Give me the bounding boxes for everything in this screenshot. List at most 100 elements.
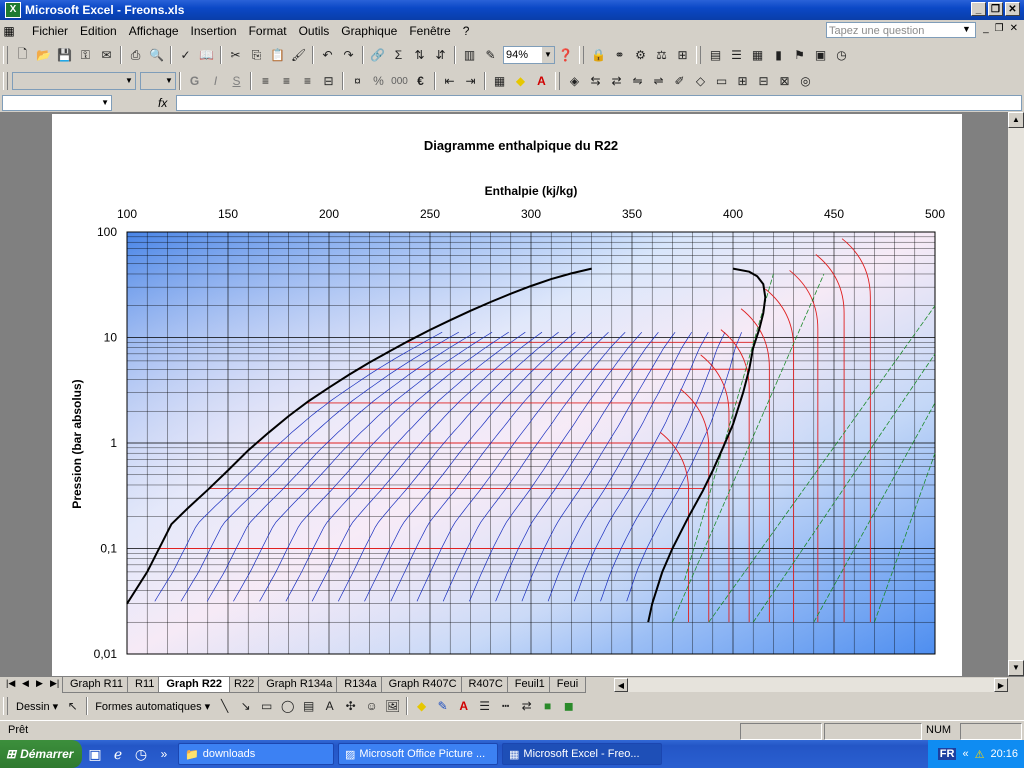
clock-icon[interactable]: ◷ <box>831 45 852 65</box>
sheet-tab[interactable]: Graph R134a <box>258 677 341 693</box>
research-icon[interactable]: 📖 <box>196 45 217 65</box>
share-icon[interactable]: ⚭ <box>609 45 630 65</box>
merge-icon[interactable]: ⊞ <box>672 45 693 65</box>
doc-close-button[interactable]: ✕ <box>1010 23 1018 34</box>
tb2-icon-3[interactable]: ⇋ <box>627 71 648 91</box>
scroll-up-icon[interactable]: ▲ <box>1008 112 1024 128</box>
zoom-select[interactable]: 94% ▼ <box>503 46 555 64</box>
merge-center-icon[interactable]: ⊟ <box>318 71 339 91</box>
next-sheet-icon[interactable]: ▶ <box>36 678 43 689</box>
doc-restore-button[interactable]: ❐ <box>995 23 1004 34</box>
tb2-icon-1[interactable]: ⇆ <box>585 71 606 91</box>
undo-icon[interactable]: ↶ <box>317 45 338 65</box>
line-color-icon[interactable]: ✎ <box>432 696 453 716</box>
ask-question-input[interactable]: Tapez une question <box>826 22 976 38</box>
ask-dropdown-icon[interactable]: ▼ <box>962 24 971 34</box>
print-icon[interactable]: ⎙ <box>125 45 146 65</box>
tb2-icon-11[interactable]: ◎ <box>795 71 816 91</box>
italic-button[interactable]: I <box>205 71 226 91</box>
underline-button[interactable]: S <box>226 71 247 91</box>
first-sheet-icon[interactable]: |◀ <box>6 678 15 689</box>
date-icon[interactable]: ▣ <box>810 45 831 65</box>
menu-graphique[interactable]: Graphique <box>335 24 403 38</box>
format-painter-icon[interactable]: 🖌 <box>288 45 309 65</box>
3d-icon[interactable]: ◼ <box>558 696 579 716</box>
copy-icon[interactable]: ⎘ <box>246 45 267 65</box>
sheet-tab[interactable]: R407C <box>460 677 511 693</box>
picture-icon[interactable]: 🖼 <box>382 696 403 716</box>
list-icon[interactable]: ☰ <box>726 45 747 65</box>
align-left-icon[interactable]: ≡ <box>255 71 276 91</box>
diagram-icon[interactable]: ✣ <box>340 696 361 716</box>
tb2-icon-9[interactable]: ⊟ <box>753 71 774 91</box>
taskbar-excel[interactable]: ▦ Microsoft Excel - Freo... <box>502 743 662 765</box>
pivot-icon[interactable]: ▦ <box>747 45 768 65</box>
document-icon[interactable]: ▦ <box>0 24 26 38</box>
spelling-icon[interactable]: ✓ <box>175 45 196 65</box>
doc-minimize-button[interactable]: _ <box>983 23 989 34</box>
fx-label[interactable]: fx <box>158 96 167 110</box>
sheet-tab[interactable]: Graph R11 <box>62 677 131 693</box>
draw-font-color-icon[interactable]: A <box>453 696 474 716</box>
align-center-icon[interactable]: ≡ <box>276 71 297 91</box>
tb2-icon-6[interactable]: ◇ <box>690 71 711 91</box>
align-right-icon[interactable]: ≡ <box>297 71 318 91</box>
menu-edition[interactable]: Edition <box>74 24 123 38</box>
menu-format[interactable]: Format <box>243 24 293 38</box>
tray-expand-icon[interactable]: « <box>962 748 968 760</box>
tb2-icon-4[interactable]: ⇌ <box>648 71 669 91</box>
ie-icon[interactable]: ℯ <box>108 744 128 764</box>
menu-fenetre[interactable]: Fenêtre <box>403 24 456 38</box>
tb2-icon-8[interactable]: ⊞ <box>732 71 753 91</box>
line-style-icon[interactable]: ☰ <box>474 696 495 716</box>
rectangle-icon[interactable]: ▭ <box>256 696 277 716</box>
sheet-tab[interactable]: Feui <box>548 677 587 693</box>
last-sheet-icon[interactable]: ▶| <box>50 678 59 689</box>
arrow-icon[interactable]: ↘ <box>235 696 256 716</box>
menu-help[interactable]: ? <box>457 24 476 38</box>
sheet-tab[interactable]: Feuil1 <box>506 677 553 693</box>
clipart-icon[interactable]: ☺ <box>361 696 382 716</box>
hyperlink-icon[interactable]: 🔗 <box>367 45 388 65</box>
language-indicator[interactable]: FR <box>937 748 957 760</box>
redo-icon[interactable]: ↷ <box>338 45 359 65</box>
chart[interactable]: Diagramme enthalpique du R22 Enthalpie (… <box>52 114 962 676</box>
scroll-down-icon[interactable]: ▼ <box>1008 660 1024 676</box>
start-button[interactable]: ⊞ Démarrer <box>0 740 82 768</box>
clock-quicklaunch-icon[interactable]: ◷ <box>131 744 151 764</box>
percent-button[interactable]: % <box>368 71 389 91</box>
autosum-icon[interactable]: Σ <box>388 45 409 65</box>
track-icon[interactable]: ⚙ <box>630 45 651 65</box>
restore-button[interactable]: ❐ <box>988 2 1003 16</box>
font-color-icon[interactable]: A <box>531 71 552 91</box>
dash-style-icon[interactable]: ┅ <box>495 696 516 716</box>
euro-button[interactable]: € <box>410 71 431 91</box>
font-size-select[interactable]: ▼ <box>140 72 176 90</box>
draw-menu-button[interactable]: Dessin ▾ <box>12 700 62 713</box>
paste-icon[interactable]: 📋 <box>267 45 288 65</box>
protect-icon[interactable]: 🔒 <box>588 45 609 65</box>
font-name-select[interactable]: ▼ <box>12 72 136 90</box>
menu-fichier[interactable]: Fichier <box>26 24 74 38</box>
sort-desc-icon[interactable]: ⇵ <box>430 45 451 65</box>
menu-affichage[interactable]: Affichage <box>123 24 185 38</box>
textbox-icon[interactable]: ▤ <box>298 696 319 716</box>
menu-insertion[interactable]: Insertion <box>185 24 243 38</box>
autoshapes-button[interactable]: Formes automatiques ▾ <box>91 700 214 713</box>
sort-asc-icon[interactable]: ⇅ <box>409 45 430 65</box>
compare-icon[interactable]: ⚖ <box>651 45 672 65</box>
macro-icon[interactable]: ⚑ <box>789 45 810 65</box>
scroll-right-icon[interactable]: ▶ <box>994 678 1008 692</box>
minimize-button[interactable]: _ <box>971 2 986 16</box>
borders-icon[interactable]: ▦ <box>489 71 510 91</box>
arrow-style-icon[interactable]: ⇄ <box>516 696 537 716</box>
decrease-indent-icon[interactable]: ⇤ <box>439 71 460 91</box>
draw-fill-color-icon[interactable]: ◆ <box>411 696 432 716</box>
wordart-icon[interactable]: A <box>319 696 340 716</box>
sheet-tab[interactable]: R134a <box>336 677 385 693</box>
sheet-tab[interactable]: R22 <box>226 677 263 693</box>
line-icon[interactable]: ╲ <box>214 696 235 716</box>
oval-icon[interactable]: ◯ <box>277 696 298 716</box>
chart-obj-icon[interactable]: ◈ <box>564 71 585 91</box>
tb2-icon-5[interactable]: ✐ <box>669 71 690 91</box>
